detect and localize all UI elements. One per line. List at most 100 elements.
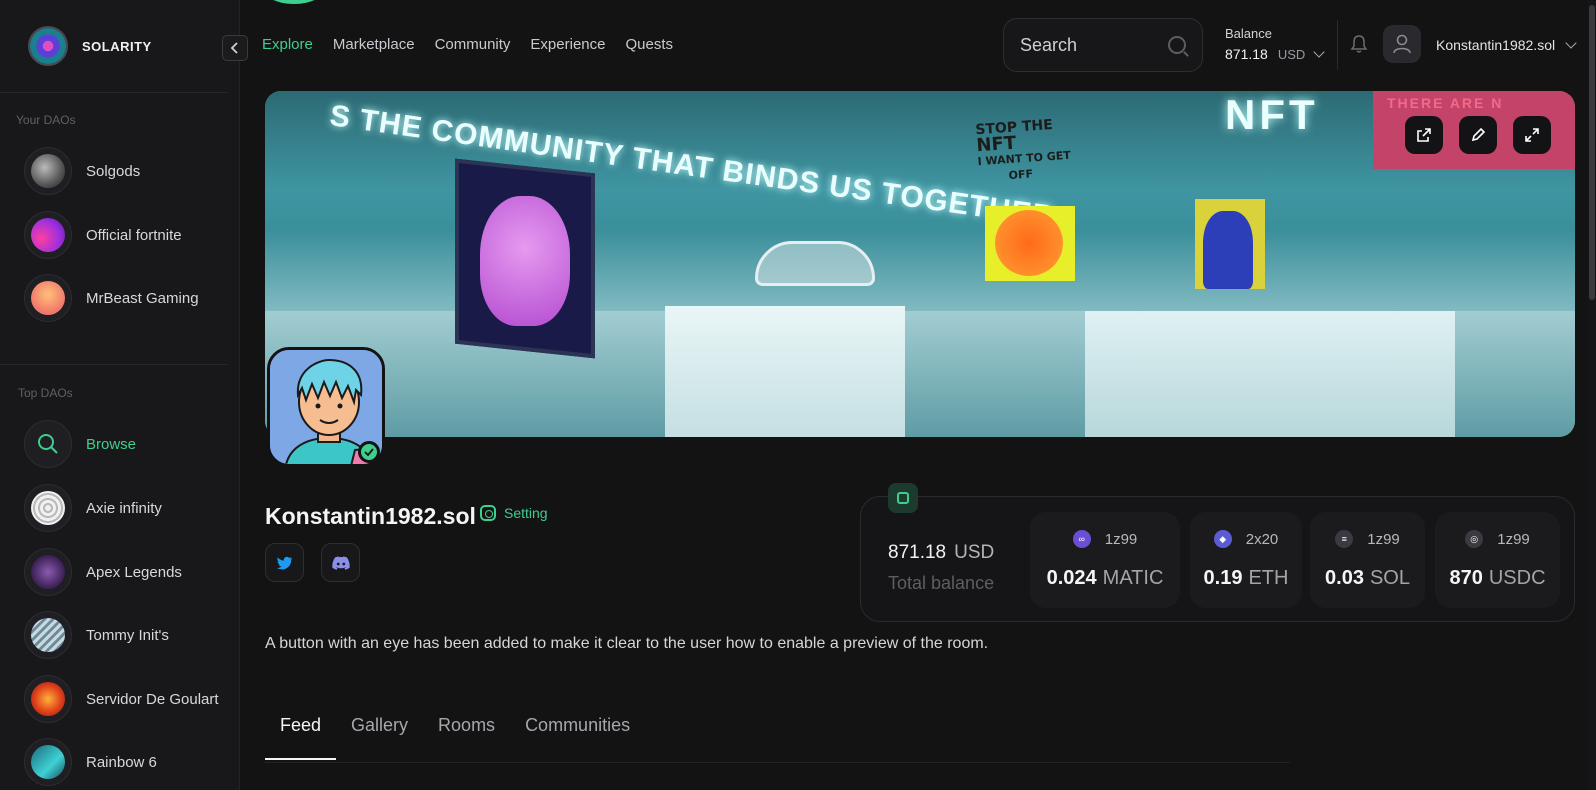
tab-gallery[interactable]: Gallery	[336, 715, 423, 760]
page-scrollbar[interactable]	[1588, 0, 1596, 790]
collapse-sidebar-button[interactable]	[222, 35, 248, 61]
banner-sign-text: THERE ARE N	[1387, 95, 1504, 111]
settings-icon	[480, 505, 496, 521]
ethereum-icon: ◆	[1213, 530, 1232, 548]
wallet-badge	[888, 483, 918, 513]
sidebar-item-servidor-de-goulart[interactable]: Servidor De Goulart	[24, 675, 234, 723]
user-avatar[interactable]	[1383, 25, 1421, 63]
check-icon	[364, 448, 374, 456]
room-banner: S THE COMMUNITY THAT BINDS US TOGETHER T…	[265, 91, 1575, 437]
polygon-icon: ∞	[1072, 530, 1091, 548]
nav-marketplace[interactable]: Marketplace	[333, 36, 415, 53]
setting-label: Setting	[504, 505, 548, 521]
sidebar-item-mrbeast-gaming[interactable]: MrBeast Gaming	[24, 274, 234, 322]
coin-card-eth[interactable]: ◆ 2x20 0.19 ETH	[1190, 512, 1302, 608]
twitter-icon	[276, 556, 292, 569]
sidebar-item-label: Servidor De Goulart	[86, 690, 219, 708]
wallet-icon	[897, 492, 909, 504]
dao-avatar	[24, 675, 72, 723]
coin-value: 0.19	[1203, 567, 1243, 589]
main-nav: Explore Marketplace Community Experience…	[262, 36, 673, 53]
bear-artwork	[480, 196, 570, 326]
share-button[interactable]	[1405, 116, 1443, 154]
coin-id: 1z99	[1497, 530, 1530, 548]
external-link-icon	[1417, 128, 1431, 142]
sidebar-item-label: Solgods	[86, 162, 141, 180]
sidebar-divider	[0, 364, 228, 365]
search-input[interactable]	[1020, 34, 1160, 56]
coin-value: 0.03	[1325, 567, 1364, 589]
sidebar-item-label: MrBeast Gaming	[86, 289, 199, 307]
usdc-icon: ◎	[1465, 530, 1484, 548]
profile-accent	[262, 0, 326, 4]
tab-rooms[interactable]: Rooms	[423, 715, 510, 760]
coin-id: 1z99	[1367, 530, 1400, 548]
coin-unit: USDC	[1488, 567, 1546, 589]
profile-tabs: Feed Gallery Rooms Communities	[265, 715, 645, 760]
balance-widget[interactable]: Balance 871.18 USD	[1225, 26, 1325, 62]
sidebar-item-rainbow-6[interactable]: Rainbow 6	[24, 738, 234, 786]
discord-button[interactable]	[321, 543, 360, 582]
fullscreen-button[interactable]	[1513, 116, 1551, 154]
sidebar-item-label: Browse	[86, 435, 137, 453]
nav-experience[interactable]: Experience	[530, 36, 605, 53]
coin-card-usdc[interactable]: ◎ 1z99 870 USDC	[1435, 512, 1560, 608]
solarity-logo-icon	[28, 26, 68, 66]
chevron-down-icon[interactable]	[1313, 45, 1325, 58]
total-balance-amount: 871.18 USD	[888, 542, 994, 564]
banner-pedestal	[665, 306, 905, 437]
sidebar-item-browse[interactable]: Browse	[24, 420, 234, 468]
tab-communities[interactable]: Communities	[510, 715, 645, 760]
nav-explore[interactable]: Explore	[262, 36, 313, 53]
search-box	[1003, 18, 1203, 72]
coin-unit: SOL	[1369, 567, 1410, 589]
nav-quests[interactable]: Quests	[625, 36, 673, 53]
sidebar-item-label: Axie infinity	[86, 499, 162, 517]
dao-avatar	[24, 548, 72, 596]
solana-icon: ≡	[1335, 530, 1354, 548]
dao-avatar	[24, 738, 72, 786]
expand-icon	[1525, 128, 1539, 142]
nav-community[interactable]: Community	[435, 36, 511, 53]
cat-artwork	[1203, 211, 1253, 289]
sidebar-item-axie-infinity[interactable]: Axie infinity	[24, 484, 234, 532]
sidebar-item-label: Apex Legends	[86, 563, 182, 581]
username-label: Konstantin1982.sol	[1436, 37, 1556, 53]
dao-avatar	[24, 211, 72, 259]
profile-description: A button with an eye has been added to m…	[265, 635, 989, 652]
search-icon[interactable]	[1168, 36, 1186, 54]
browse-avatar	[24, 420, 72, 468]
coin-id: 2x20	[1245, 530, 1279, 548]
sidebar-item-tommy-init[interactable]: Tommy Init's	[24, 611, 234, 659]
tab-feed[interactable]: Feed	[265, 715, 337, 760]
dao-avatar	[24, 147, 72, 195]
balance-amount: 871.18	[1225, 46, 1268, 62]
dao-avatar	[24, 484, 72, 532]
topbar-divider	[1337, 20, 1338, 70]
user-menu[interactable]: Konstantin1982.sol	[1436, 36, 1577, 53]
verified-badge	[358, 441, 380, 463]
sidebar-item-solgods[interactable]: Solgods	[24, 147, 234, 195]
coin-unit: MATIC	[1102, 567, 1164, 589]
total-amount-currency: USD	[954, 542, 995, 563]
your-daos-title: Your DAOs	[16, 113, 76, 127]
brand-logo[interactable]: SOLARITY	[28, 26, 152, 66]
coin-value: 0.024	[1046, 567, 1097, 589]
setting-link[interactable]: Setting	[480, 505, 548, 521]
bell-icon[interactable]	[1350, 34, 1368, 54]
balance-label: Balance	[1225, 26, 1272, 41]
top-daos-title: Top DAOs	[18, 386, 73, 400]
total-amount-value: 871.18	[888, 542, 947, 563]
coin-card-sol[interactable]: ≡ 1z99 0.03 SOL	[1310, 512, 1425, 608]
banner-neon-text: NFT	[1225, 91, 1319, 138]
sidebar-item-apex-legends[interactable]: Apex Legends	[24, 548, 234, 596]
edit-button[interactable]	[1459, 116, 1497, 154]
coin-id: 1z99	[1104, 530, 1138, 548]
discord-icon	[331, 555, 350, 570]
coin-value: 870	[1449, 567, 1483, 589]
twitter-button[interactable]	[265, 543, 304, 582]
scrollbar-thumb[interactable]	[1589, 5, 1595, 300]
sidebar-item-official-fortnite[interactable]: Official fortnite	[24, 211, 234, 259]
coin-card-matic[interactable]: ∞ 1z99 0.024 MATIC	[1030, 512, 1180, 608]
coin-unit: ETH	[1248, 567, 1289, 589]
